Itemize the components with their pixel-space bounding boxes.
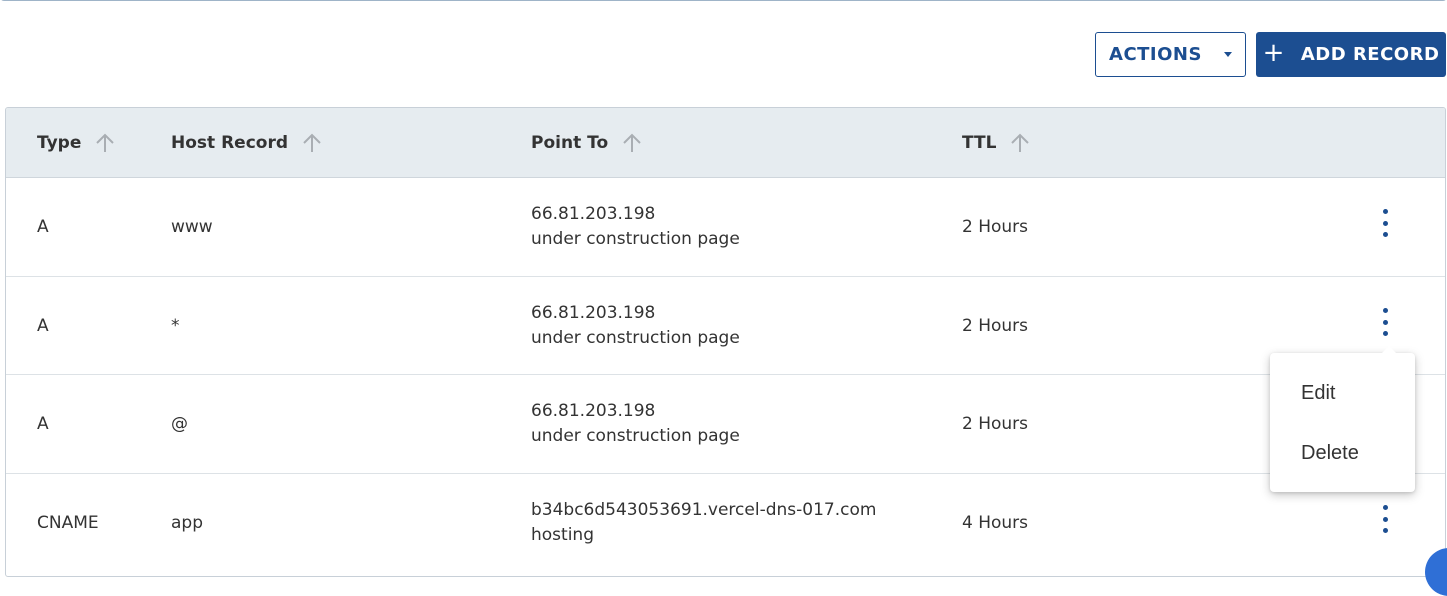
- point-to-note: under construction page: [531, 426, 740, 446]
- type-cell: A: [37, 217, 49, 237]
- point-to-note: under construction page: [531, 327, 740, 348]
- row-context-menu: Edit Delete: [1270, 346, 1415, 492]
- column-header-point-to[interactable]: Point To: [531, 108, 642, 178]
- column-header-host-record[interactable]: Host Record: [171, 108, 322, 178]
- host-cell: www: [171, 217, 213, 237]
- add-record-button[interactable]: + ADD RECORD: [1256, 32, 1446, 77]
- point-to-note: hosting: [531, 524, 594, 545]
- sort-arrow-up-icon[interactable]: [1010, 132, 1030, 154]
- actions-label: ACTIONS: [1109, 44, 1202, 65]
- table-row: A www 66.81.203.198 under construction p…: [6, 178, 1445, 277]
- type-cell: CNAME: [37, 512, 99, 533]
- point-to-value: b34bc6d543053691.vercel-dns-017.com: [531, 499, 877, 520]
- row-menu-icon[interactable]: [1378, 505, 1392, 533]
- row-menu-icon[interactable]: [1378, 308, 1392, 336]
- sort-arrow-up-icon[interactable]: [622, 132, 642, 154]
- point-to-cell: 66.81.203.198 under construction page: [531, 178, 740, 276]
- host-cell: *: [171, 315, 180, 336]
- ttl-cell: 4 Hours: [962, 512, 1029, 533]
- column-header-ttl[interactable]: TTL: [962, 108, 1030, 178]
- point-to-value: 66.81.203.198: [531, 204, 656, 224]
- point-to-value: 66.81.203.198: [531, 401, 656, 421]
- column-header-label: Point To: [531, 133, 609, 153]
- ttl-cell: 2 Hours: [962, 315, 1029, 336]
- point-to-value: 66.81.203.198: [531, 302, 656, 323]
- column-header-label: TTL: [962, 133, 997, 153]
- table-row: A @ 66.81.203.198 under construction pag…: [6, 375, 1445, 474]
- point-to-cell: 66.81.203.198 under construction page: [531, 277, 740, 374]
- menu-item-delete[interactable]: Delete: [1301, 442, 1359, 465]
- menu-item-edit[interactable]: Edit: [1301, 382, 1335, 405]
- table-row: A * 66.81.203.198 under construction pag…: [6, 277, 1445, 375]
- top-panel: [0, 0, 1447, 1]
- sort-arrow-up-icon[interactable]: [302, 132, 322, 154]
- row-menu-icon[interactable]: [1378, 209, 1392, 237]
- host-cell: app: [171, 512, 203, 533]
- point-to-note: under construction page: [531, 229, 740, 249]
- plus-icon: +: [1262, 38, 1285, 68]
- column-header-type[interactable]: Type: [37, 108, 115, 178]
- table-header: Type Host Record Point To TTL: [6, 108, 1445, 178]
- point-to-cell: 66.81.203.198 under construction page: [531, 375, 740, 473]
- ttl-cell: 2 Hours: [962, 217, 1029, 237]
- add-record-label: ADD RECORD: [1300, 44, 1440, 65]
- host-cell: @: [171, 414, 188, 434]
- actions-dropdown-button[interactable]: ACTIONS: [1095, 32, 1246, 77]
- caret-down-icon: [1223, 52, 1232, 57]
- point-to-cell: b34bc6d543053691.vercel-dns-017.com host…: [531, 474, 876, 571]
- column-header-label: Type: [37, 133, 82, 153]
- dns-records-table: Type Host Record Point To TTL A www 66.8…: [5, 107, 1446, 577]
- table-row: CNAME app b34bc6d543053691.vercel-dns-01…: [6, 474, 1445, 571]
- sort-arrow-up-icon[interactable]: [95, 132, 115, 154]
- type-cell: A: [37, 315, 49, 336]
- type-cell: A: [37, 414, 49, 434]
- column-header-label: Host Record: [171, 133, 288, 153]
- ttl-cell: 2 Hours: [962, 414, 1029, 434]
